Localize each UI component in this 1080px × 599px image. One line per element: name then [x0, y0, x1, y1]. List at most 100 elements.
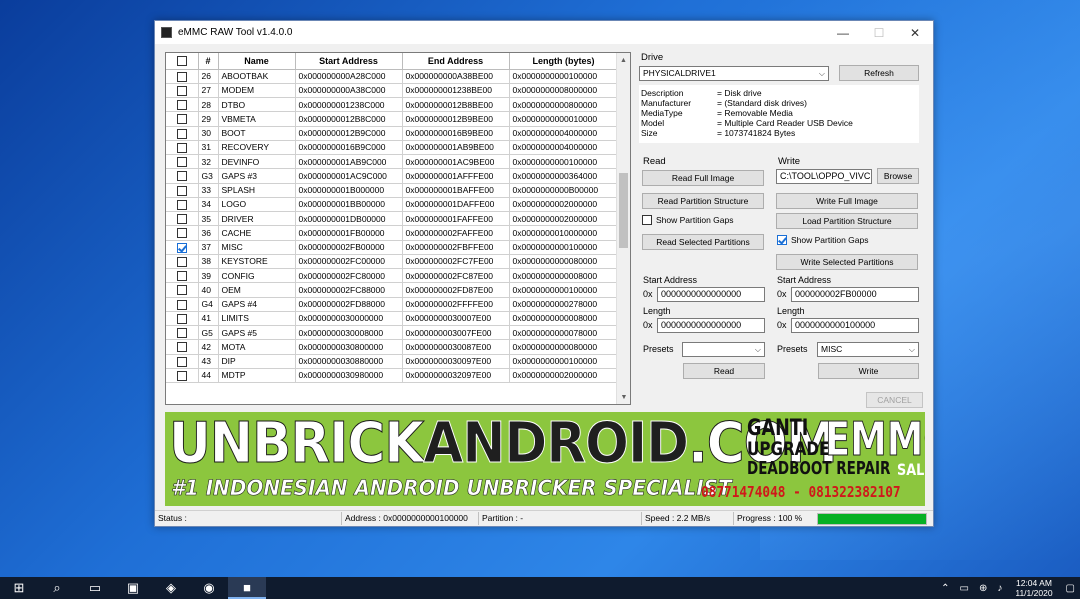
table-row[interactable]: 42 MOTA 0x0000000030800000 0x0000000030087E…: [166, 339, 619, 355]
task-view-icon[interactable]: ▭: [76, 577, 114, 599]
table-row[interactable]: 41 LIMITS 0x0000000030000000 0x000000003000…: [166, 311, 619, 327]
row-checkbox[interactable]: [176, 285, 187, 296]
read-length-input[interactable]: 0000000000000000: [657, 318, 765, 333]
row-checkbox[interactable]: [176, 157, 187, 167]
read-start-address-input[interactable]: 0000000000000000: [657, 287, 765, 302]
row-select[interactable]: [166, 83, 199, 99]
table-row[interactable]: 39 CONFIG 0x000000002FC80000 0x000000002FC8…: [166, 268, 619, 284]
row-select[interactable]: [166, 126, 199, 141]
table-row[interactable]: 26 ABOOTBAK 0x000000000A28C000 0x000000000A…: [166, 69, 619, 84]
write-full-image-button[interactable]: Write Full Image: [776, 193, 918, 209]
row-checkbox[interactable]: [176, 313, 187, 324]
tray-chevron-up-icon[interactable]: ⌃: [941, 583, 949, 594]
network-icon[interactable]: ▭: [960, 583, 969, 594]
row-select[interactable]: [166, 268, 199, 284]
row-checkbox[interactable]: [176, 85, 187, 96]
row-checkbox[interactable]: [176, 142, 187, 153]
row-checkbox[interactable]: [176, 370, 187, 381]
table-row[interactable]: 44 MDTP 0x0000000030980000 0x0000000032097E…: [166, 368, 619, 384]
row-select[interactable]: [166, 140, 199, 156]
column-header-number[interactable]: #: [198, 53, 219, 70]
row-checkbox[interactable]: [176, 214, 187, 224]
write-selected-partitions-button[interactable]: Write Selected Partitions: [776, 254, 918, 270]
maximize-button[interactable]: ☐: [861, 21, 897, 44]
row-select[interactable]: [166, 339, 199, 355]
table-row[interactable]: 34 LOGO 0x000000001BB00000 0x000000001DAFFE…: [166, 197, 619, 213]
browse-button[interactable]: Browse: [877, 168, 919, 184]
row-select[interactable]: [166, 168, 199, 184]
drive-select[interactable]: PHYSICALDRIVE1 ⌵: [639, 66, 829, 81]
row-checkbox[interactable]: [176, 242, 187, 253]
write-start-address-input[interactable]: 000000002FB00000: [791, 287, 919, 302]
table-row[interactable]: 28 DTBO 0x000000001238C000 0x0000000012B8BE…: [166, 97, 619, 113]
windows-start-icon[interactable]: ⊞: [0, 577, 38, 599]
table-row[interactable]: 35 DRIVER 0x000000001DB00000 0x000000001FAF…: [166, 211, 619, 227]
table-row[interactable]: 27 MODEM 0x000000000A38C000 0x000000001238B…: [166, 83, 619, 99]
row-select[interactable]: [166, 254, 199, 270]
row-checkbox[interactable]: [176, 128, 187, 139]
row-select[interactable]: [166, 368, 199, 384]
read-button[interactable]: Read: [683, 363, 765, 379]
row-checkbox[interactable]: [176, 228, 187, 239]
column-header-length[interactable]: Length (bytes): [509, 53, 619, 70]
chrome-icon[interactable]: ◉: [190, 577, 228, 599]
app-tool-icon[interactable]: ◈: [152, 577, 190, 599]
table-row[interactable]: 43 DIP 0x0000000030880000 0x0000000030097E0…: [166, 354, 619, 369]
row-select[interactable]: [166, 111, 199, 127]
table-row[interactable]: G4 GAPS #4 0x000000002FD88000 0x000000002FF…: [166, 297, 619, 312]
row-select[interactable]: [166, 225, 199, 241]
scroll-up-icon[interactable]: ▲: [617, 53, 630, 67]
write-length-input[interactable]: 0000000000100000: [791, 318, 919, 333]
table-row[interactable]: G3 GAPS #3 0x000000001AC9C000 0x000000001AF…: [166, 168, 619, 184]
row-checkbox[interactable]: [176, 356, 187, 367]
row-select[interactable]: [166, 325, 199, 341]
read-full-image-button[interactable]: Read Full Image: [642, 170, 764, 186]
row-checkbox[interactable]: [176, 299, 187, 310]
write-presets-select[interactable]: MISC ⌵: [817, 342, 919, 357]
row-checkbox[interactable]: [176, 199, 187, 210]
clock[interactable]: 12:04 AM 11/1/2020: [1015, 578, 1052, 598]
row-select[interactable]: [166, 197, 199, 213]
read-selected-partitions-button[interactable]: Read Selected Partitions: [642, 234, 764, 250]
table-scrollbar[interactable]: ▲ ▼: [616, 53, 630, 404]
write-show-gaps-checkbox[interactable]: [777, 235, 787, 245]
row-checkbox[interactable]: [176, 100, 187, 110]
row-checkbox[interactable]: [176, 342, 187, 353]
minimize-button[interactable]: —: [825, 21, 861, 44]
table-row[interactable]: G5 GAPS #5 0x0000000030008000 0x00000000300…: [166, 325, 619, 341]
table-row[interactable]: 32 DEVINFO 0x000000001AB9C000 0x000000001AC…: [166, 154, 619, 170]
row-checkbox[interactable]: [176, 185, 187, 196]
row-select[interactable]: [166, 240, 199, 255]
table-row[interactable]: 40 OEM 0x000000002FC88000 0x000000002FD87E0…: [166, 282, 619, 298]
write-show-gaps-toggle[interactable]: Show Partition Gaps: [777, 235, 868, 245]
select-all-checkbox[interactable]: [176, 56, 187, 67]
write-button[interactable]: Write: [818, 363, 919, 379]
title-bar[interactable]: eMMC RAW Tool v1.4.0.0 — ☐ ✕: [155, 21, 933, 44]
row-checkbox[interactable]: [176, 271, 187, 281]
table-row[interactable]: 37 MISC 0x000000002FB00000 0x000000002FBFFE…: [166, 240, 619, 255]
volume-icon[interactable]: ♪: [997, 583, 1002, 594]
row-select[interactable]: [166, 154, 199, 170]
row-select[interactable]: [166, 183, 199, 198]
cancel-button[interactable]: CANCEL: [866, 392, 923, 408]
row-checkbox[interactable]: [176, 171, 187, 182]
notifications-icon[interactable]: ▢: [1066, 583, 1075, 594]
load-partition-structure-button[interactable]: Load Partition Structure: [776, 213, 918, 229]
column-header-name[interactable]: Name: [218, 53, 296, 70]
row-select[interactable]: [166, 297, 199, 312]
row-select[interactable]: [166, 311, 199, 327]
row-checkbox[interactable]: [176, 71, 187, 82]
store-icon[interactable]: ▣: [114, 577, 152, 599]
close-button[interactable]: ✕: [897, 21, 933, 44]
row-checkbox[interactable]: [176, 328, 187, 338]
search-icon[interactable]: ⌕: [38, 577, 76, 599]
scroll-thumb[interactable]: [619, 173, 628, 248]
read-partition-structure-button[interactable]: Read Partition Structure: [642, 193, 764, 209]
table-row[interactable]: 33 SPLASH 0x000000001B000000 0x000000001BAF…: [166, 183, 619, 198]
table-row[interactable]: 29 VBMETA 0x0000000012B8C000 0x0000000012B9…: [166, 111, 619, 127]
table-row[interactable]: 38 KEYSTORE 0x000000002FC00000 0x000000002F…: [166, 254, 619, 270]
row-checkbox[interactable]: [176, 256, 187, 267]
read-show-gaps-checkbox[interactable]: [642, 215, 652, 225]
row-select[interactable]: [166, 69, 199, 84]
scroll-down-icon[interactable]: ▼: [617, 390, 630, 404]
